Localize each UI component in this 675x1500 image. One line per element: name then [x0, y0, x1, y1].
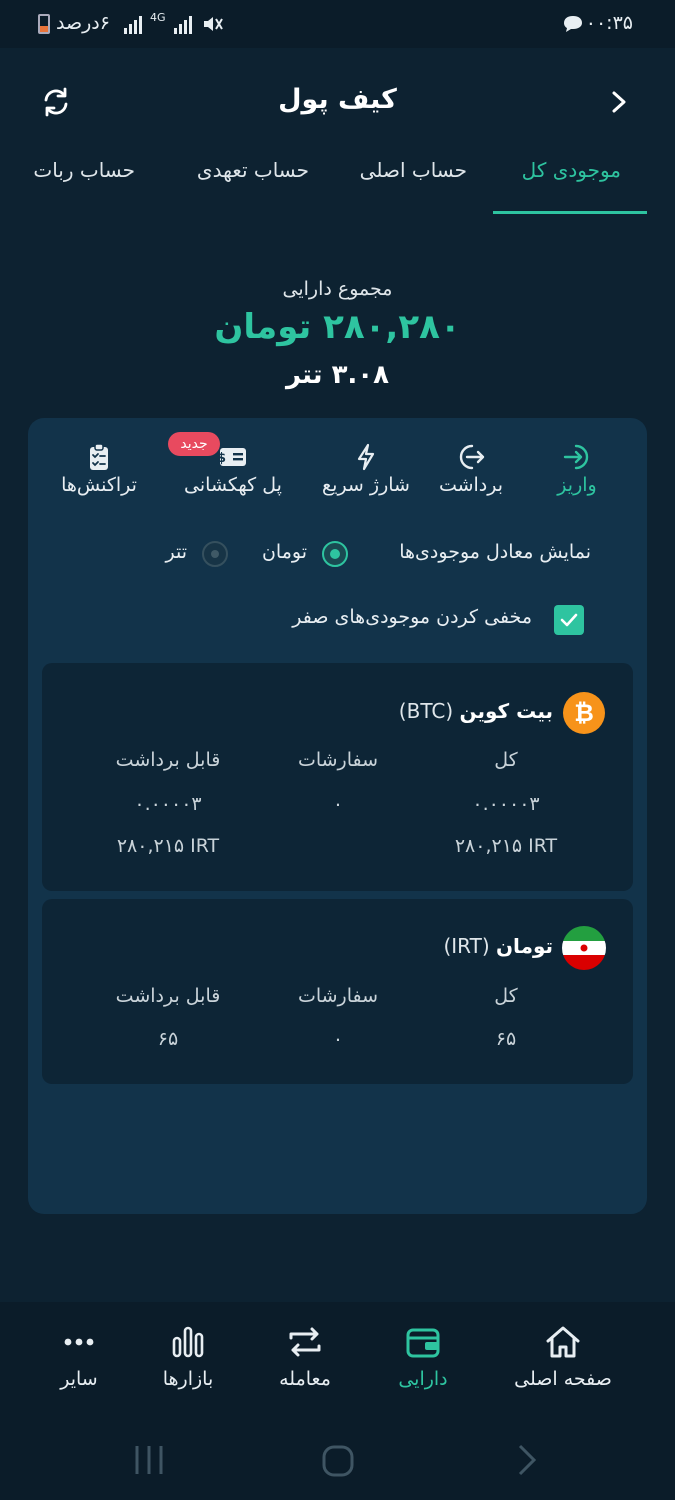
clipboard-icon: [84, 442, 114, 472]
chevron-right-icon: [600, 86, 636, 118]
battery-text: ۶درصد: [56, 12, 110, 34]
usdt-radio[interactable]: [202, 541, 228, 567]
status-time: ۰۰:۳۵: [585, 12, 633, 34]
column-header-total: کل: [494, 985, 518, 1007]
back-button[interactable]: [600, 86, 636, 118]
chat-notification-icon: [562, 14, 584, 34]
asset-total: ۶۵: [495, 1028, 517, 1050]
nav-more[interactable]: سایر: [52, 1322, 106, 1390]
withdraw-icon: [456, 442, 486, 472]
bridge-icon: $: [218, 442, 248, 472]
battery-icon: [38, 14, 50, 34]
deposit-button[interactable]: واریز: [552, 442, 602, 496]
refresh-icon: [38, 84, 74, 120]
active-tab-indicator: [493, 211, 647, 214]
transactions-label: تراکنش‌ها: [61, 474, 137, 496]
toman-radio[interactable]: [322, 541, 348, 567]
total-assets-label: مجموع دارایی: [282, 278, 393, 300]
nav-markets[interactable]: بازارها: [156, 1322, 220, 1390]
signal-icon: [124, 16, 144, 34]
asset-card-irt[interactable]: تومان (IRT) کل سفارشات قابل برداشت ۶۵ ۰ …: [42, 899, 633, 1084]
swap-icon: [285, 1322, 325, 1362]
tab-main-account[interactable]: حساب اصلی: [360, 158, 467, 182]
asset-name: بیت کوین: [459, 699, 554, 723]
nav-markets-label: بازارها: [162, 1368, 214, 1390]
bar-chart-icon: [168, 1322, 208, 1362]
hide-zero-checkbox[interactable]: [554, 605, 584, 635]
withdraw-label: برداشت: [438, 474, 504, 496]
nav-trade-label: معامله: [279, 1368, 331, 1390]
column-header-total: کل: [494, 749, 518, 771]
total-assets-toman: ۲۸۰,۲۸۰ تومان: [214, 307, 461, 347]
nav-assets[interactable]: دارایی: [390, 1322, 456, 1390]
wallet-icon: [403, 1322, 443, 1362]
asset-card-btc[interactable]: ₿ بیت کوین (BTC) کل سفارشات قابل برداشت …: [42, 663, 633, 891]
svg-text:₿: ₿: [574, 699, 594, 727]
asset-title: تومان (IRT): [443, 934, 553, 958]
checkmark-icon: [554, 605, 584, 635]
bitcoin-icon: ₿: [562, 691, 606, 735]
status-bar: ۰۰:۳۵ ۶درصد 4G: [0, 0, 675, 48]
asset-name: تومان: [495, 934, 553, 958]
transactions-button[interactable]: تراکنش‌ها: [54, 442, 144, 496]
nav-more-label: سایر: [60, 1368, 98, 1390]
column-header-withdrawable: قابل برداشت: [115, 985, 221, 1007]
asset-code: (IRT): [443, 934, 490, 958]
system-navigation-bar: [0, 1415, 675, 1500]
home-icon: [543, 1322, 583, 1362]
iran-flag-icon: [562, 926, 606, 970]
asset-withdrawable: ۰.۰۰۰۰۳: [134, 793, 202, 815]
signal-icon-2: [174, 16, 194, 34]
deposit-label: واریز: [557, 474, 597, 496]
asset-orders: ۰: [332, 1028, 344, 1050]
column-header-withdrawable: قابل برداشت: [115, 749, 221, 771]
svg-text:$: $: [218, 451, 226, 466]
column-header-orders: سفارشات: [297, 985, 379, 1007]
tab-bot-account[interactable]: حساب ربات: [33, 158, 135, 182]
asset-withdrawable: ۶۵: [157, 1028, 179, 1050]
more-icon: [59, 1322, 99, 1362]
refresh-button[interactable]: [38, 84, 74, 120]
quick-charge-button[interactable]: شارژ سریع: [320, 442, 412, 496]
asset-total-irt: ۲۸۰,۲۱۵ IRT: [454, 835, 558, 857]
network-type: 4G: [150, 11, 166, 24]
mute-icon: [202, 14, 224, 34]
deposit-icon: [562, 442, 592, 472]
back-system-icon[interactable]: [512, 1443, 542, 1477]
tab-margin-account[interactable]: حساب تعهدی: [197, 158, 309, 182]
lightning-icon: [351, 442, 381, 472]
tab-total-balance[interactable]: موجودی کل: [522, 158, 621, 182]
quick-charge-label: شارژ سریع: [322, 474, 410, 496]
equivalent-display-label: نمایش معادل موجودی‌ها: [399, 541, 591, 563]
toman-option-label[interactable]: تومان: [262, 541, 307, 563]
nav-trade[interactable]: معامله: [270, 1322, 340, 1390]
recent-apps-icon[interactable]: [132, 1443, 166, 1477]
asset-code: (BTC): [398, 699, 454, 723]
column-header-orders: سفارشات: [297, 749, 379, 771]
asset-orders: ۰: [332, 793, 344, 815]
nav-home[interactable]: صفحه اصلی: [506, 1322, 620, 1390]
page-title: کیف پول: [278, 84, 397, 115]
asset-total: ۰.۰۰۰۰۳: [472, 793, 540, 815]
usdt-option-label[interactable]: تتر: [165, 541, 187, 563]
hide-zero-label[interactable]: مخفی کردن موجودی‌های صفر: [292, 606, 532, 628]
withdraw-button[interactable]: برداشت: [436, 442, 506, 496]
new-badge: جدید: [168, 432, 220, 456]
nav-assets-label: دارایی: [398, 1368, 448, 1390]
asset-title: بیت کوین (BTC): [399, 699, 553, 723]
total-assets-usdt: ۳.۰۸ تتر: [285, 360, 390, 390]
asset-withdrawable-irt: ۲۸۰,۲۱۵ IRT: [116, 835, 220, 857]
nav-home-label: صفحه اصلی: [514, 1368, 612, 1390]
galaxy-bridge-label: پل کهکشانی: [184, 474, 282, 496]
home-system-icon[interactable]: [320, 1443, 356, 1479]
